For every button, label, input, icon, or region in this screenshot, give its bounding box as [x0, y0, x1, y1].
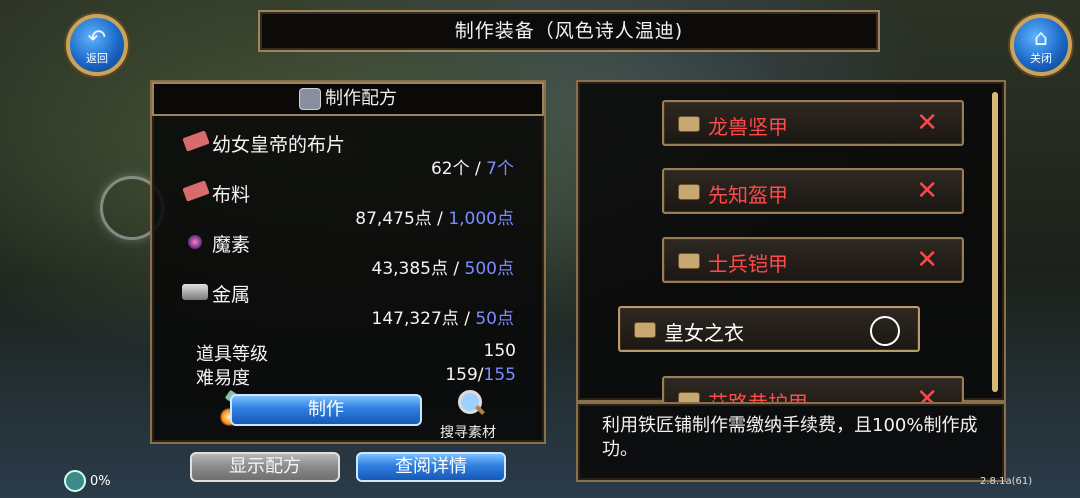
view-details-button[interactable]: 查阅详情 [356, 452, 506, 482]
item-name: 艾路恭护甲 [708, 387, 808, 402]
separator: / [431, 209, 449, 229]
material-row: 布料 87,475点 / 1,000点 [182, 180, 522, 230]
scroll-icon [678, 116, 700, 132]
metal-ingot-icon [182, 284, 208, 300]
item-name: 皇女之衣 [664, 321, 744, 345]
material-have: 43,385点 [371, 259, 448, 279]
search-materials-label[interactable]: 搜寻素材 [440, 422, 496, 442]
recipe-header: 制作配方 [152, 82, 544, 116]
item-list: 龙兽坚甲 ✕ 先知盔甲 ✕ 士兵铠甲 ✕ 皇女之衣 艾路恭护甲 ✕ [578, 84, 988, 402]
difficulty-required: 155 [483, 365, 516, 385]
return-arrow-icon: ↶ [87, 26, 107, 51]
item-name: 先知盔甲 [708, 183, 788, 207]
material-have: 62个 [430, 159, 470, 179]
scroll-icon [678, 253, 700, 269]
material-need: 500点 [464, 259, 514, 279]
material-name: 幼女皇帝的布片 [212, 134, 346, 156]
material-row: 金属 147,327点 / 50点 [182, 280, 522, 330]
scrollbar-thumb[interactable] [992, 92, 998, 392]
list-item[interactable]: 龙兽坚甲 ✕ [662, 100, 964, 146]
difficulty-label: 难易度 [196, 368, 250, 389]
list-item-selected[interactable]: 皇女之衣 [618, 306, 920, 352]
separator: / [458, 309, 476, 329]
page-title: 制作装备（风色诗人温迪) [258, 10, 880, 52]
progress-ring-icon [64, 470, 86, 492]
scroll-icon [678, 392, 700, 402]
unavailable-x-icon: ✕ [916, 245, 938, 275]
separator: / [448, 259, 465, 279]
magnifier-icon[interactable] [456, 388, 486, 418]
version-label: 2.8.1a(61) [980, 476, 1033, 487]
list-item[interactable]: 艾路恭护甲 ✕ [662, 376, 964, 402]
item-level-value: 150 [483, 341, 516, 361]
unavailable-x-icon: ✕ [916, 176, 938, 206]
progress-percent: 0% [90, 474, 111, 489]
material-name: 魔素 [212, 234, 251, 256]
unavailable-x-icon: ✕ [916, 108, 938, 138]
scroll-icon [678, 184, 700, 200]
list-scrollbar[interactable] [992, 92, 998, 392]
scroll-icon [634, 322, 656, 338]
home-icon: ⌂ [1034, 26, 1048, 51]
list-item[interactable]: 士兵铠甲 ✕ [662, 237, 964, 283]
back-button[interactable]: ↶ 返回 [66, 14, 128, 76]
info-text: 利用铁匠铺制作需缴纳手续费，且100%制作成功。 [576, 402, 1006, 482]
recipe-title: 制作配方 [325, 88, 397, 109]
unavailable-x-icon: ✕ [916, 384, 938, 402]
material-name: 布料 [212, 184, 251, 206]
item-level-label: 道具等级 [196, 344, 268, 365]
list-item[interactable]: 先知盔甲 ✕ [662, 168, 964, 214]
difficulty-value: 159/155 [416, 365, 516, 385]
show-recipe-button[interactable]: 显示配方 [190, 452, 340, 482]
magic-orb-icon [188, 235, 202, 249]
material-have: 147,327点 [371, 309, 459, 329]
difficulty-current: 159/ [445, 365, 484, 385]
material-need: 50点 [475, 309, 514, 329]
craft-button[interactable]: 制作 [230, 394, 422, 426]
material-list: 幼女皇帝的布片 62个 / 7个 布料 87,475点 / 1,000点 魔素 … [182, 130, 522, 330]
fabric-icon [182, 180, 210, 202]
recipe-icon [299, 88, 321, 110]
material-row: 幼女皇帝的布片 62个 / 7个 [182, 130, 522, 180]
material-name: 金属 [212, 284, 251, 306]
material-need: 1,000点 [448, 209, 514, 229]
material-need: 7个 [486, 159, 514, 179]
separator: / [469, 159, 487, 179]
item-name: 龙兽坚甲 [708, 115, 788, 139]
close-button[interactable]: ⌂ 关闭 [1010, 14, 1072, 76]
material-row: 魔素 43,385点 / 500点 [182, 230, 522, 280]
item-name: 士兵铠甲 [708, 252, 788, 276]
cloth-scrap-icon [182, 130, 210, 152]
available-circle-icon [870, 316, 900, 346]
material-have: 87,475点 [355, 209, 432, 229]
